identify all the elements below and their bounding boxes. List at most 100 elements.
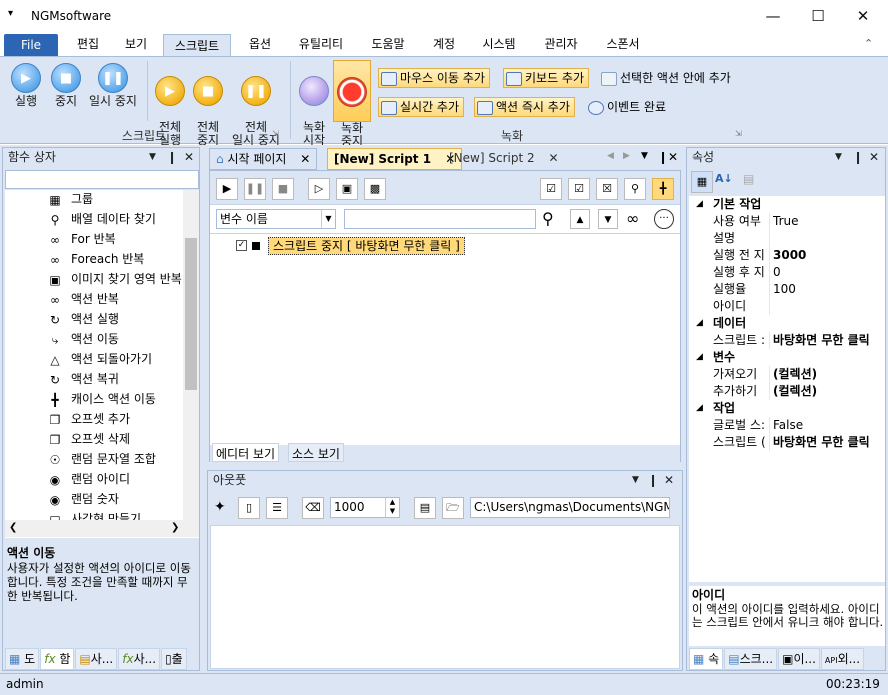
- tree-view-button[interactable]: ╋: [652, 178, 674, 200]
- list-item[interactable]: ∞ For 반복: [5, 230, 199, 250]
- toolbox-search-input[interactable]: [5, 170, 199, 189]
- dropdown-icon[interactable]: ▼: [835, 148, 842, 167]
- tab-external[interactable]: API외...: [820, 648, 865, 670]
- pause-button[interactable]: ❚❚ 일시 중지: [86, 63, 140, 108]
- check-button[interactable]: ☑: [568, 178, 590, 200]
- tab-function[interactable]: fx 함: [40, 648, 75, 670]
- pin-icon[interactable]: ❙: [648, 471, 658, 490]
- tab-properties[interactable]: ▦ 속: [689, 648, 724, 670]
- tab-system[interactable]: 시스템: [474, 33, 524, 57]
- clear-icon[interactable]: ✦: [214, 499, 226, 515]
- property-value[interactable]: 3000: [773, 247, 885, 263]
- property-value[interactable]: (컬렉션): [773, 383, 885, 399]
- property-value[interactable]: 바탕화면 무한 클릭: [773, 434, 885, 450]
- property-row[interactable]: 실행 후 지 0: [689, 264, 885, 281]
- list-item[interactable]: ↻ 액션 복귀: [5, 370, 199, 390]
- event-done-button[interactable]: 이벤트 완료: [585, 97, 671, 117]
- collapse-icon[interactable]: ◢: [696, 349, 703, 365]
- property-row[interactable]: 아이디: [689, 298, 885, 315]
- add-realtime-button[interactable]: 실시간 추가: [378, 97, 465, 117]
- list-item[interactable]: △ 액션 되돌아가기: [5, 350, 199, 370]
- dropdown-icon[interactable]: ▼: [632, 471, 639, 490]
- scroll-left-icon[interactable]: ❮: [9, 520, 17, 536]
- loop-icon[interactable]: ∞: [626, 209, 639, 228]
- property-value[interactable]: (컬렉션): [773, 366, 885, 382]
- horizontal-scrollbar[interactable]: ❮ ❯: [5, 520, 199, 537]
- close-icon[interactable]: ✕: [184, 148, 194, 167]
- property-value[interactable]: 100: [773, 281, 885, 297]
- tab-user[interactable]: ▤사...: [75, 648, 118, 670]
- pause-button[interactable]: ❚❚: [244, 178, 266, 200]
- more-icon[interactable]: ···: [654, 209, 674, 229]
- export-button[interactable]: ▯: [238, 497, 260, 519]
- property-row[interactable]: 가져오기 (컬렉션): [689, 366, 885, 383]
- property-row[interactable]: 글로벌 스: False: [689, 417, 885, 434]
- stop-button[interactable]: ■: [272, 178, 294, 200]
- dropdown-icon[interactable]: ▼: [149, 148, 156, 167]
- dialog-launcher-icon[interactable]: ⇲: [272, 129, 279, 138]
- property-row[interactable]: 스크립트 (바탕화면 무한 클릭: [689, 434, 885, 451]
- script-node[interactable]: 스크립트 중지 [ 바탕화면 무한 클릭 ]: [268, 237, 465, 255]
- property-category[interactable]: ◢ 데이터: [689, 315, 885, 332]
- close-icon[interactable]: ✕: [664, 471, 674, 490]
- save-button[interactable]: ▤: [414, 497, 436, 519]
- property-category[interactable]: ◢ 작업: [689, 400, 885, 417]
- property-row[interactable]: 실행율 100: [689, 281, 885, 298]
- delete-button[interactable]: ☒: [596, 178, 618, 200]
- tab-list-icon[interactable]: ▼: [641, 151, 648, 161]
- tab-document[interactable]: ▦ 도: [5, 648, 40, 670]
- property-category[interactable]: ◢ 기본 작업: [689, 196, 885, 213]
- property-row[interactable]: 실행 전 지 3000: [689, 247, 885, 264]
- close-icon[interactable]: ✕: [668, 150, 678, 164]
- run-button[interactable]: ▶ 실행: [4, 63, 48, 108]
- property-value[interactable]: 바탕화면 무한 클릭: [773, 332, 885, 348]
- move-up-button[interactable]: ▲: [570, 209, 590, 229]
- list-item[interactable]: ▦ 그룹: [5, 190, 199, 210]
- stepper-arrows-icon[interactable]: ▲ ▼: [385, 498, 399, 517]
- eraser-button[interactable]: ⌫: [302, 497, 324, 519]
- collapse-icon[interactable]: ◢: [696, 400, 703, 416]
- chevron-down-icon[interactable]: ▼: [321, 210, 335, 228]
- tab-editor-view[interactable]: 에디터 보기: [212, 443, 280, 462]
- tab-scroll-right-icon[interactable]: ▶: [623, 151, 630, 161]
- tab-source-view[interactable]: 소스 보기: [288, 443, 344, 462]
- minimize-button[interactable]: —: [750, 0, 796, 33]
- tab-help[interactable]: 도움말: [363, 33, 413, 57]
- collapse-icon[interactable]: ◢: [696, 315, 703, 331]
- run-selected-button[interactable]: ▣: [336, 178, 358, 200]
- tab-view[interactable]: 보기: [118, 33, 154, 57]
- list-item[interactable]: ∞ 액션 반복: [5, 290, 199, 310]
- variable-value-input[interactable]: [344, 209, 536, 229]
- list-item[interactable]: ∞ Foreach 반복: [5, 250, 199, 270]
- vertical-scrollbar[interactable]: [183, 190, 199, 520]
- property-pages-icon[interactable]: ▤: [743, 172, 754, 186]
- list-item[interactable]: ⤷ 액션 이동: [5, 330, 199, 350]
- property-row[interactable]: 설명: [689, 230, 885, 247]
- property-value[interactable]: True: [773, 213, 885, 229]
- scroll-right-icon[interactable]: ❯: [171, 520, 179, 536]
- tab-scroll-left-icon[interactable]: ◀: [607, 151, 614, 161]
- tab-script-2[interactable]: [New] Script 2 ✕: [443, 148, 565, 170]
- list-button[interactable]: ☰: [266, 497, 288, 519]
- property-row[interactable]: 사용 여부 True: [689, 213, 885, 230]
- tab-utility[interactable]: 유틸리티: [290, 33, 352, 57]
- list-item[interactable]: ⚲ 배열 데이타 찾기: [5, 210, 199, 230]
- property-value[interactable]: 0: [773, 264, 885, 280]
- tab-start-page[interactable]: ⌂ 시작 페이지 ✕: [209, 148, 318, 170]
- list-item[interactable]: ❐ 오프셋 추가: [5, 410, 199, 430]
- pin-icon[interactable]: ❙: [658, 150, 668, 164]
- property-row[interactable]: 추가하기 (컬렉션): [689, 383, 885, 400]
- property-row[interactable]: 스크립트 : 바탕화면 무한 클릭: [689, 332, 885, 349]
- pin-icon[interactable]: ❙: [853, 148, 863, 167]
- pin-icon[interactable]: ❙: [167, 148, 177, 167]
- record-stop-button[interactable]: 녹화 중지: [333, 60, 371, 148]
- search-icon[interactable]: ⚲: [542, 209, 554, 228]
- find-button[interactable]: ⚲: [624, 178, 646, 200]
- tab-admin[interactable]: 관리자: [536, 33, 586, 57]
- tab-edit[interactable]: 편집: [70, 33, 106, 57]
- file-menu[interactable]: File: [4, 34, 58, 57]
- list-item[interactable]: ◉ 랜덤 아이디: [5, 470, 199, 490]
- collapse-icon[interactable]: ◢: [696, 196, 703, 212]
- property-value[interactable]: False: [773, 417, 885, 433]
- close-tab-icon[interactable]: ✕: [548, 151, 558, 165]
